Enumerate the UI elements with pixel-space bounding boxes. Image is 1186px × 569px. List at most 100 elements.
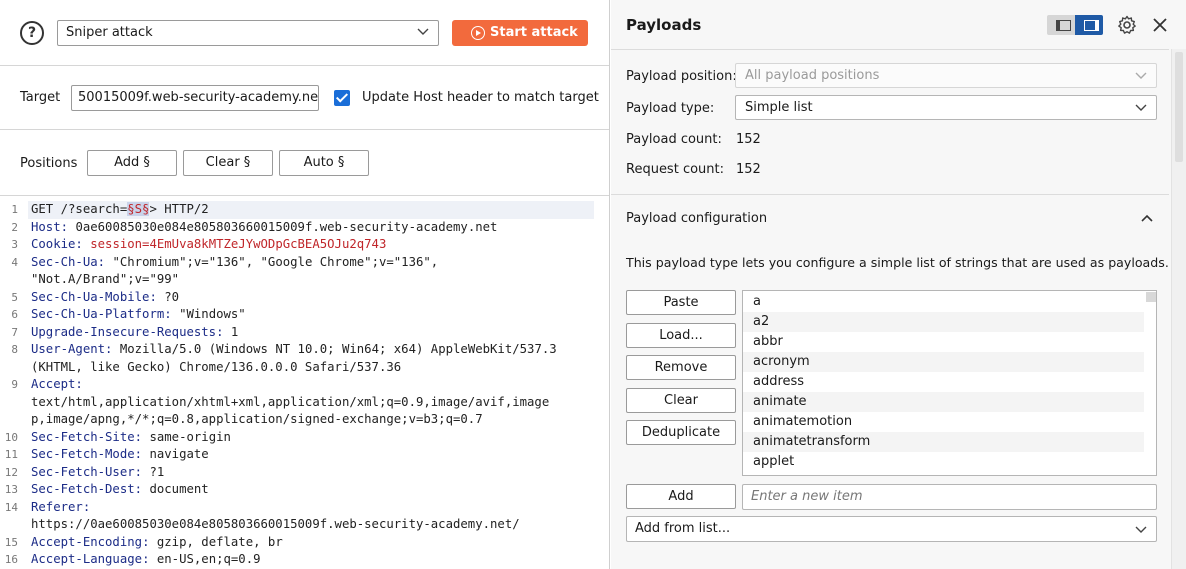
line-number: 6 (11, 308, 18, 321)
payloads-title: Payloads (626, 16, 702, 34)
header-name: Sec-Ch-Ua-Mobile (31, 289, 150, 304)
line-code: Host: 0ae60085030e084e805803660015009f.w… (31, 219, 498, 234)
chevron-up-icon[interactable] (1139, 210, 1155, 226)
line-number: 4 (11, 255, 18, 269)
request-line: 15 Accept-Encoding: gzip, deflate, br (0, 534, 609, 552)
line-code: Referer: (31, 499, 98, 514)
line-code: Cookie: session=4EmUva8kMTZeJYwODpGcBEA5… (31, 237, 387, 251)
line-code: https://0ae60085030e084e805803660015009f… (31, 516, 520, 534)
new-item-input[interactable]: Enter a new item (742, 484, 1157, 510)
attack-toolbar: ? Sniper attack Start attack (0, 0, 609, 66)
request-line: 5 Sec-Ch-Ua-Mobile: ?0 (0, 289, 609, 307)
line-code: (KHTML, like Gecko) Chrome/136.0.0.0 Saf… (31, 359, 401, 377)
line-number: 7 (11, 325, 18, 339)
start-attack-button[interactable]: Start attack (452, 20, 588, 46)
deduplicate-button[interactable]: Deduplicate (626, 420, 736, 445)
line-number: 5 (11, 290, 18, 304)
load-button[interactable]: Load... (626, 323, 736, 348)
start-attack-label: Start attack (490, 25, 578, 40)
header-value-continued: p,image/apng,*/*;q=0.8,application/signe… (31, 412, 483, 426)
request-line: 7 Upgrade-Insecure-Requests: 1 (0, 324, 609, 342)
payload-type-select[interactable]: Simple list (735, 95, 1157, 120)
update-host-checkbox[interactable] (334, 90, 350, 106)
payload-config-description: This payload type lets you configure a s… (626, 255, 1169, 270)
header-name: Sec-Ch-Ua-Platform (31, 307, 165, 321)
target-input[interactable]: 50015009f.web-security-academy.net (71, 85, 319, 111)
list-item[interactable]: acronym (743, 352, 1144, 372)
line-code: Upgrade-Insecure-Requests: 1 (31, 324, 239, 339)
request-line: 11 Sec-Fetch-Mode: navigate (0, 446, 609, 464)
header-value: same-origin (149, 429, 231, 444)
request-line: p,image/apng,*/*;q=0.8,application/signe… (0, 411, 609, 429)
header-value-continued: text/html,application/xhtml+xml,applicat… (31, 394, 550, 409)
header-value: "Windows" (179, 307, 246, 321)
line-number: 15 (4, 535, 18, 549)
divider (611, 194, 1169, 195)
close-icon[interactable] (1150, 15, 1170, 35)
request-line: 12 Sec-Fetch-User: ?1 (0, 464, 609, 482)
header-value-continued: https://0ae60085030e084e805803660015009f… (31, 517, 520, 531)
request-count-label: Request count: (626, 162, 724, 177)
remove-button[interactable]: Remove (626, 355, 736, 380)
gear-icon[interactable] (1117, 15, 1137, 35)
help-icon[interactable]: ? (20, 21, 44, 45)
line-number: 3 (11, 238, 18, 251)
payload-list[interactable]: a a2 abbr acronym address animate animatemotio… (742, 290, 1157, 476)
list-item[interactable]: animatetransform (743, 432, 1144, 452)
line-code: Sec-Ch-Ua: "Chromium";v="136", "Google C… (31, 254, 439, 269)
header-name: Cookie (31, 237, 76, 251)
paste-button[interactable]: Paste (626, 290, 736, 315)
header-name: Sec-Fetch-Site (31, 429, 135, 444)
header-value: ?0 (164, 289, 180, 304)
list-item[interactable]: address (743, 372, 1144, 392)
auto-positions-button[interactable]: Auto § (279, 150, 369, 176)
list-item[interactable]: applet (743, 452, 1144, 472)
panel-scroll-thumb[interactable] (1175, 52, 1183, 162)
divider (611, 49, 1169, 50)
layout-right-icon[interactable] (1075, 15, 1103, 35)
request-line: "Not.A/Brand";v="99" (0, 271, 609, 289)
header-value: "Chromium";v="136", "Google Chrome";v="1… (112, 254, 439, 269)
header-value: gzip, deflate, br (156, 534, 283, 549)
header-value: document (149, 482, 209, 496)
layout-left-icon[interactable] (1047, 15, 1075, 35)
line-number: 8 (11, 343, 18, 356)
line-number: 2 (11, 220, 18, 234)
line-code: Sec-Fetch-Site: same-origin (31, 429, 231, 444)
request-line: 4 Sec-Ch-Ua: "Chromium";v="136", "Google … (0, 254, 609, 272)
layout-toggle[interactable] (1047, 15, 1103, 35)
header-name: Sec-Fetch-User (31, 464, 135, 479)
header-name: Accept-Language (31, 552, 143, 566)
request-line: 3 Cookie: session=4EmUva8kMTZeJYwODpGcBEA… (0, 236, 609, 254)
header-value: ?1 (149, 464, 165, 479)
chevron-down-icon (1135, 72, 1147, 79)
clear-button[interactable]: Clear (626, 388, 736, 413)
add-from-list-select[interactable]: Add from list... (626, 516, 1157, 542)
line-code: Accept-Encoding: gzip, deflate, br (31, 534, 283, 549)
positions-row: Positions Add § Clear § Auto § (0, 130, 609, 196)
payload-position-marker[interactable]: §S§ (127, 202, 150, 216)
list-item[interactable]: animate (743, 392, 1144, 412)
list-item[interactable]: a (743, 292, 1144, 312)
line-code: Sec-Fetch-User: ?1 (31, 464, 165, 479)
add-position-button[interactable]: Add § (87, 150, 177, 176)
header-name: Referer (31, 499, 83, 514)
list-item[interactable]: animatemotion (743, 412, 1144, 432)
attack-type-select[interactable]: Sniper attack (57, 20, 439, 46)
clear-positions-button[interactable]: Clear § (183, 150, 273, 176)
add-button[interactable]: Add (626, 484, 736, 509)
header-value-continued: "Not.A/Brand";v="99" (31, 272, 180, 286)
line-number: 16 (4, 553, 18, 566)
request-line: 8 User-Agent: Mozilla/5.0 (Windows NT 10.… (0, 341, 609, 359)
line-number: 12 (4, 465, 18, 479)
header-value: navigate (149, 447, 209, 461)
payload-position-value: All payload positions (745, 68, 880, 83)
list-item[interactable]: abbr (743, 332, 1144, 352)
payloads-panel: Payloads Payload position: All payload p… (611, 0, 1186, 569)
list-item[interactable]: a2 (743, 312, 1144, 332)
panel-scrollbar[interactable] (1171, 49, 1186, 569)
list-scrollbar[interactable] (1144, 291, 1156, 475)
request-editor[interactable]: 1 GET /?search=§S§> HTTP/2 2 Host: 0ae60085… (0, 197, 609, 569)
list-scroll-thumb[interactable] (1146, 292, 1156, 302)
request-line-text: GET /?search=§S§> HTTP/2 (31, 202, 209, 216)
